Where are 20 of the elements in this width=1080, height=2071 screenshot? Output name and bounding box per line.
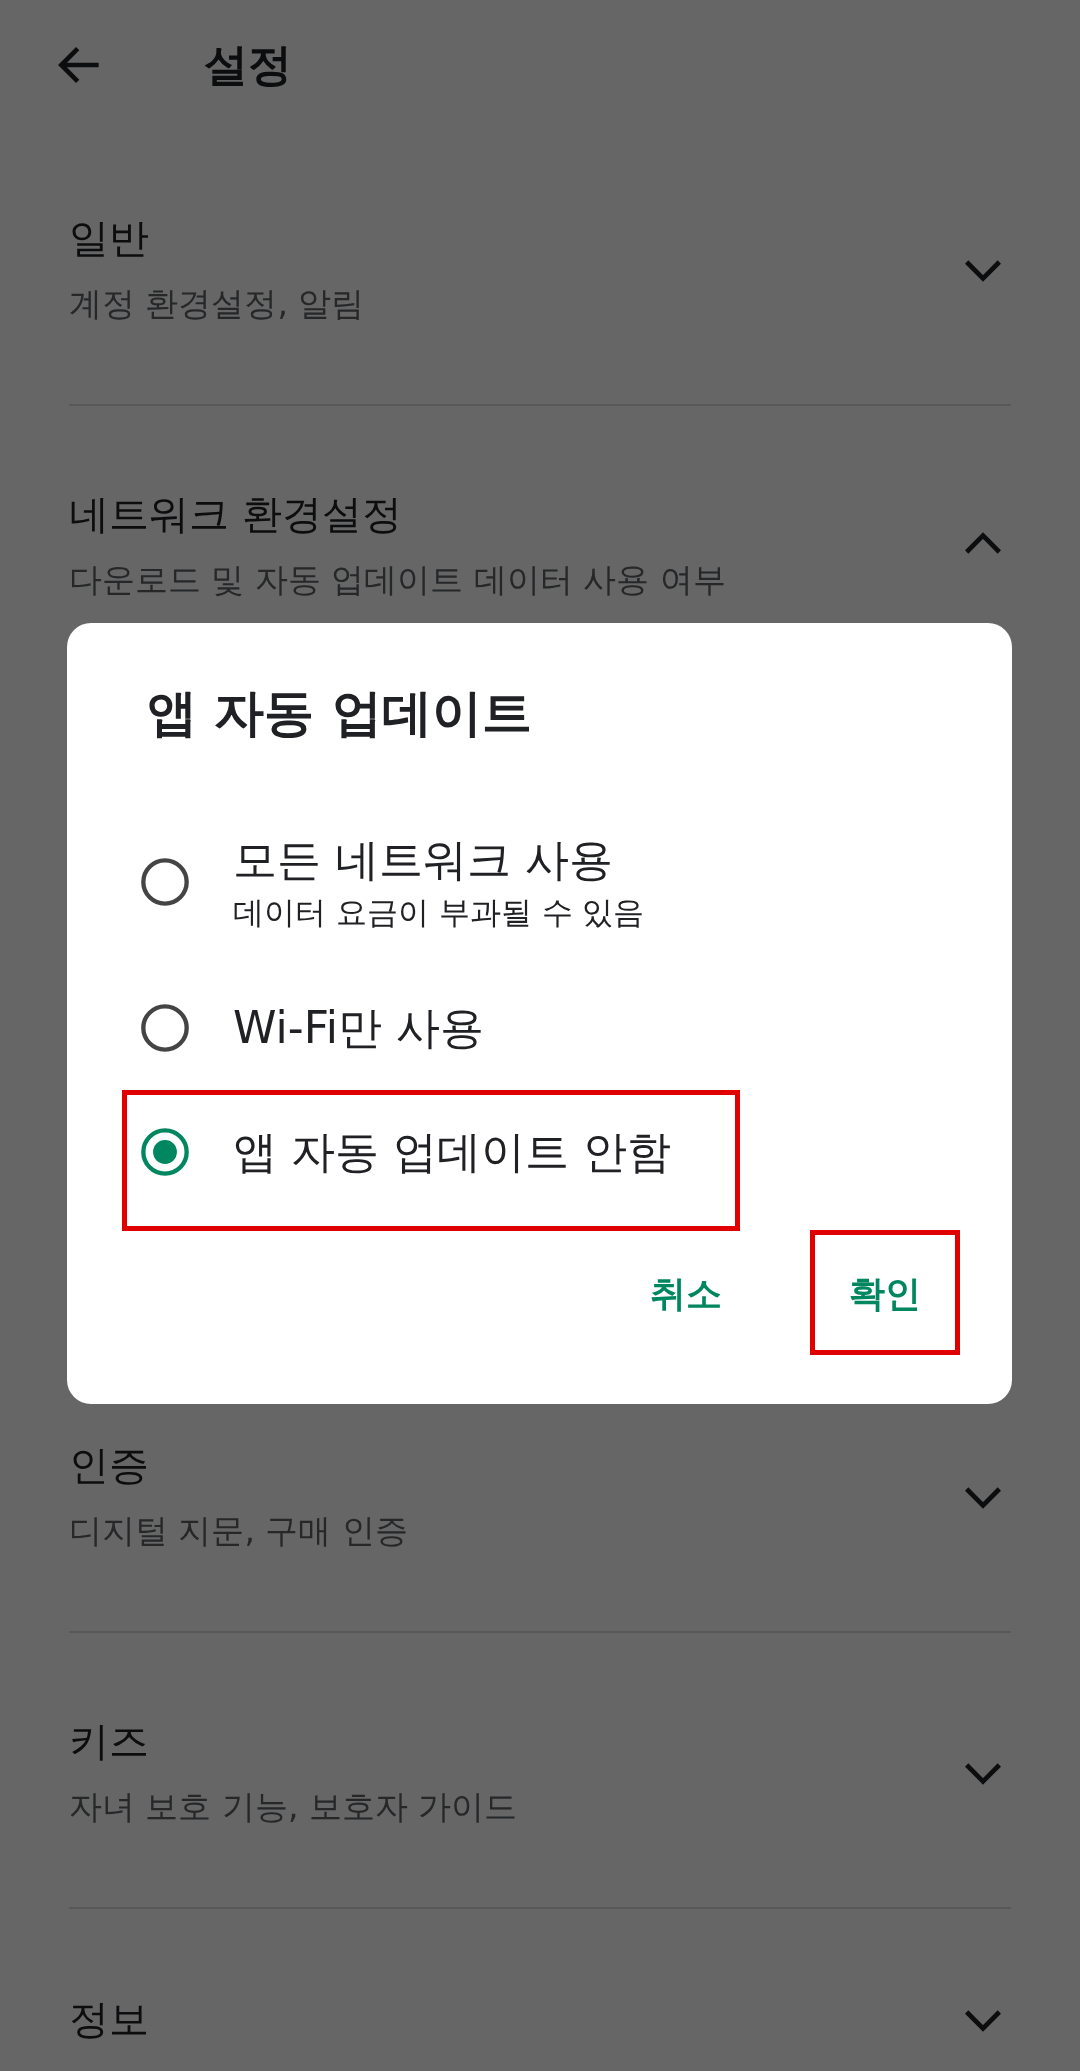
- section-title[interactable]: 인증: [69, 1439, 955, 1491]
- page-title: 설정: [204, 37, 292, 92]
- section-subtitle: 계정 환경설정, 알림: [69, 283, 366, 325]
- option-description: 데이터 요금이 부과될 수 있음: [233, 893, 645, 932]
- dialog-title: 앱 자동 업데이트: [146, 683, 533, 743]
- section-subtitle: 다운로드 및 자동 업데이트 데이터 사용 여부: [69, 559, 727, 601]
- confirm-button[interactable]: 확인: [813, 1254, 957, 1334]
- option-label[interactable]: 모든 네트워크 사용: [233, 830, 645, 890]
- section-subtitle: 자녀 보호 기능, 보호자 가이드: [69, 1786, 519, 1828]
- radio-selected-icon[interactable]: [139, 1126, 191, 1178]
- section-subtitle: 디지털 지문, 구매 인증: [69, 1510, 409, 1552]
- cancel-button[interactable]: 취소: [614, 1254, 758, 1334]
- option-label[interactable]: 앱 자동 업데이트 안함: [233, 1122, 671, 1182]
- option-label[interactable]: Wi-Fi만 사용: [233, 998, 484, 1058]
- section-title[interactable]: 키즈: [69, 1715, 955, 1767]
- radio-icon[interactable]: [139, 1002, 191, 1054]
- section-title[interactable]: 정보: [69, 1993, 955, 2045]
- section-title[interactable]: 네트워크 환경설정: [69, 488, 955, 540]
- section-title[interactable]: 일반: [69, 212, 955, 264]
- radio-icon[interactable]: [139, 856, 191, 908]
